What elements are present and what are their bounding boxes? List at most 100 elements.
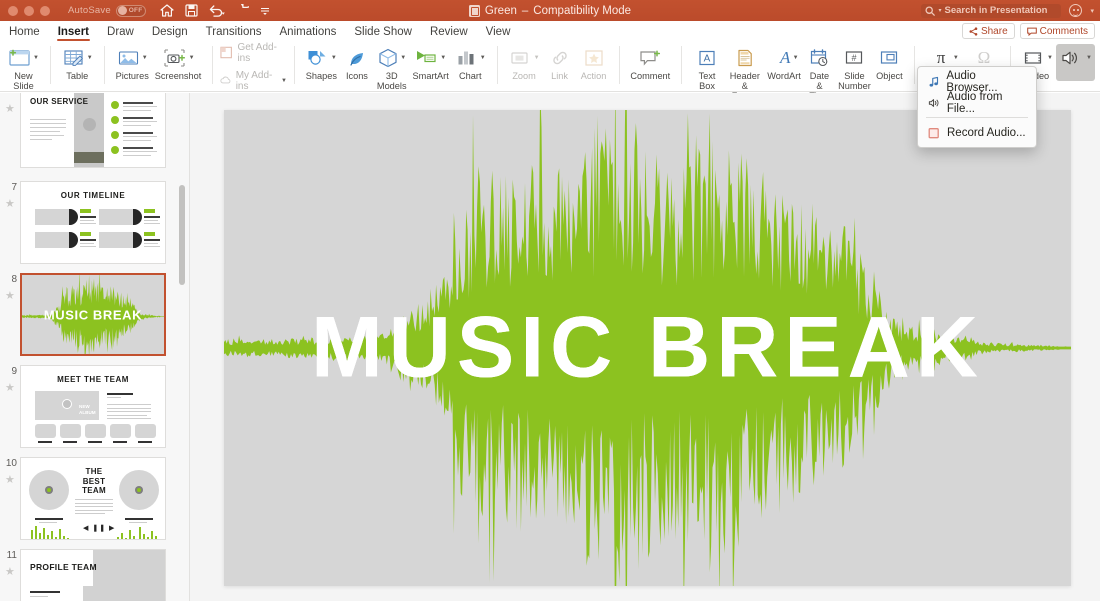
audio-dropdown-menu[interactable]: Audio Browser... Audio from File... Reco… <box>917 66 1037 148</box>
comment-button[interactable]: Comment <box>627 44 673 81</box>
link-button[interactable]: Link <box>543 44 577 81</box>
thumbnail-item-6[interactable]: 6 OUR SERVICE <box>0 93 189 168</box>
menu-item-audio-from-file[interactable]: Audio from File... <box>918 91 1036 115</box>
screenshot-chevron-down-icon[interactable]: ▼ <box>189 55 195 61</box>
pictures-chevron-down-icon[interactable]: ▼ <box>142 55 148 61</box>
thumbnail-scrollbar[interactable] <box>179 185 185 285</box>
menu-divider <box>926 117 1028 118</box>
zoom-chevron-down-icon[interactable]: ▼ <box>534 55 540 61</box>
thumbnail-star-icon-7: ★ <box>5 198 15 210</box>
window-controls[interactable] <box>8 5 50 16</box>
autosave-control[interactable]: AutoSave OFF <box>68 4 146 17</box>
titlebar-chevron-down-icon[interactable]: ▾ <box>1090 7 1094 15</box>
close-window-button[interactable] <box>8 5 18 16</box>
zoom-button[interactable]: ▼ Zoom <box>506 44 543 81</box>
thumbnail-item-8[interactable]: 8 MUSIC BREAK <box>0 273 189 356</box>
pictures-button[interactable]: ▼ Pictures <box>113 44 152 81</box>
smartart-button[interactable]: ▼ SmartArt <box>410 44 452 81</box>
tab-view[interactable]: View <box>477 21 520 42</box>
audio-button[interactable]: ▼ Audio <box>1055 44 1095 81</box>
chart-chevron-down-icon[interactable]: ▼ <box>480 55 486 61</box>
table-button[interactable]: ▼ Table <box>59 44 96 81</box>
mini-title-7: OUR TIMELINE <box>60 191 126 200</box>
slide-editing-canvas[interactable]: MUSIC BREAK <box>190 93 1100 601</box>
icons-label: Icons <box>345 71 368 81</box>
shapes-chevron-down-icon[interactable]: ▼ <box>331 55 337 61</box>
thumbnail-slide-10[interactable]: THE BEST TEAM ◀ ❚❚ ▶ <box>20 457 166 540</box>
my-addins-button[interactable]: My Add-ins ▼ <box>220 70 287 92</box>
slide-number-button[interactable]: # Slide Number <box>836 44 872 91</box>
wordart-chevron-down-icon[interactable]: ▼ <box>793 55 799 61</box>
chart-icon: ▼ <box>455 46 486 70</box>
audio-speaker-icon: ▼ <box>1059 46 1092 70</box>
redo-icon[interactable] <box>236 4 249 17</box>
mini-slide-best-team: THE BEST TEAM ◀ ❚❚ ▶ <box>21 458 165 539</box>
equation-chevron-down-icon[interactable]: ▼ <box>953 55 959 61</box>
my-addins-chevron-down-icon[interactable]: ▼ <box>281 78 287 84</box>
ribbon-group-comments: Comment <box>622 42 678 90</box>
3d-models-button[interactable]: ▼ 3D Models <box>374 44 410 91</box>
ribbon-separator <box>212 46 214 84</box>
thumbnail-item-10[interactable]: 10 THE BEST TEAM ◀ ❚❚ ▶ <box>0 457 189 540</box>
get-addins-button[interactable]: Get Add-ins <box>220 42 287 64</box>
ribbon-group-text: A Text Box Header & Footer A ▼ WordArt D… <box>685 42 911 101</box>
tab-design[interactable]: Design <box>143 21 197 42</box>
tab-home[interactable]: Home <box>0 21 49 42</box>
mini-eq-bars <box>31 526 157 539</box>
pictures-icon: ▼ <box>117 46 148 70</box>
new-slide-button[interactable]: ▼ New Slide <box>5 44 42 91</box>
feedback-smiley-icon[interactable] <box>1069 4 1083 17</box>
slide-title-text[interactable]: MUSIC BREAK <box>224 299 1071 398</box>
tab-review[interactable]: Review <box>421 21 477 42</box>
tab-insert[interactable]: Insert <box>49 21 98 42</box>
tab-animations[interactable]: Animations <box>271 21 346 42</box>
minimize-window-button[interactable] <box>24 5 34 16</box>
svg-text:Ω: Ω <box>978 48 991 67</box>
share-button[interactable]: Share <box>961 23 1015 39</box>
thumbnail-slide-8[interactable]: MUSIC BREAK <box>20 273 166 356</box>
thumbnail-slide-7[interactable]: OUR TIMELINE <box>20 181 166 264</box>
shapes-button[interactable]: ▼ Shapes <box>303 44 340 81</box>
current-slide[interactable]: MUSIC BREAK <box>224 110 1071 586</box>
quick-access-toolbar[interactable] <box>160 4 270 17</box>
3d-models-chevron-down-icon[interactable]: ▼ <box>400 55 406 61</box>
smartart-chevron-down-icon[interactable]: ▼ <box>440 55 446 61</box>
screenshot-button[interactable]: ▼ Screenshot <box>152 44 204 81</box>
thumbnail-slide-9[interactable]: MEET THE TEAM NEW ALBUM <box>20 365 166 448</box>
video-chevron-down-icon[interactable]: ▼ <box>1047 55 1053 61</box>
menu-item-record-audio[interactable]: Record Audio... <box>918 122 1036 143</box>
table-chevron-down-icon[interactable]: ▼ <box>87 55 93 61</box>
icons-button[interactable]: Icons <box>340 44 374 81</box>
home-icon[interactable] <box>160 4 174 17</box>
slide-thumbnail-pane[interactable]: 6 OUR SERVICE <box>0 93 190 601</box>
new-slide-chevron-down-icon[interactable]: ▼ <box>33 55 39 61</box>
thumbnail-item-11[interactable]: 11 PROFILE TEAM <box>0 549 189 601</box>
thumbnail-slide-11[interactable]: PROFILE TEAM <box>20 549 166 601</box>
tab-transitions[interactable]: Transitions <box>197 21 271 42</box>
save-icon[interactable] <box>185 4 198 17</box>
get-addins-icon <box>220 46 233 59</box>
object-button[interactable]: Object <box>872 44 906 81</box>
action-button[interactable]: Action <box>577 44 611 81</box>
search-input[interactable]: ▾ Search in Presentation <box>921 3 1062 18</box>
comments-button[interactable]: Comments <box>1019 23 1095 39</box>
undo-icon[interactable] <box>209 4 225 17</box>
thumbnail-slide-6[interactable]: OUR SERVICE <box>20 93 166 168</box>
customize-toolbar-icon[interactable] <box>260 6 270 16</box>
menu-item-audio-browser[interactable]: Audio Browser... <box>918 70 1036 94</box>
text-box-button[interactable]: A Text Box <box>690 44 724 91</box>
title-bar-right: ▾ Search in Presentation ▾ <box>921 0 1094 21</box>
tab-draw[interactable]: Draw <box>98 21 143 42</box>
chart-button[interactable]: ▼ Chart <box>452 44 489 81</box>
audio-chevron-down-icon[interactable]: ▼ <box>1086 55 1092 61</box>
thumbnail-item-9[interactable]: 9 MEET THE TEAM NEW ALBUM <box>0 365 189 448</box>
autosave-toggle[interactable]: OFF <box>115 4 146 17</box>
tab-slide-show[interactable]: Slide Show <box>345 21 421 42</box>
maximize-window-button[interactable] <box>40 5 50 16</box>
document-name: Green <box>484 4 517 17</box>
compatibility-mode-label: Compatibility Mode <box>533 4 632 17</box>
wordart-button[interactable]: A ▼ WordArt <box>766 44 803 81</box>
mini-slide-profile: PROFILE TEAM <box>21 550 165 601</box>
new-slide-label: New Slide <box>13 71 34 91</box>
thumbnail-item-7[interactable]: 7 OUR TIMELINE <box>0 181 189 264</box>
